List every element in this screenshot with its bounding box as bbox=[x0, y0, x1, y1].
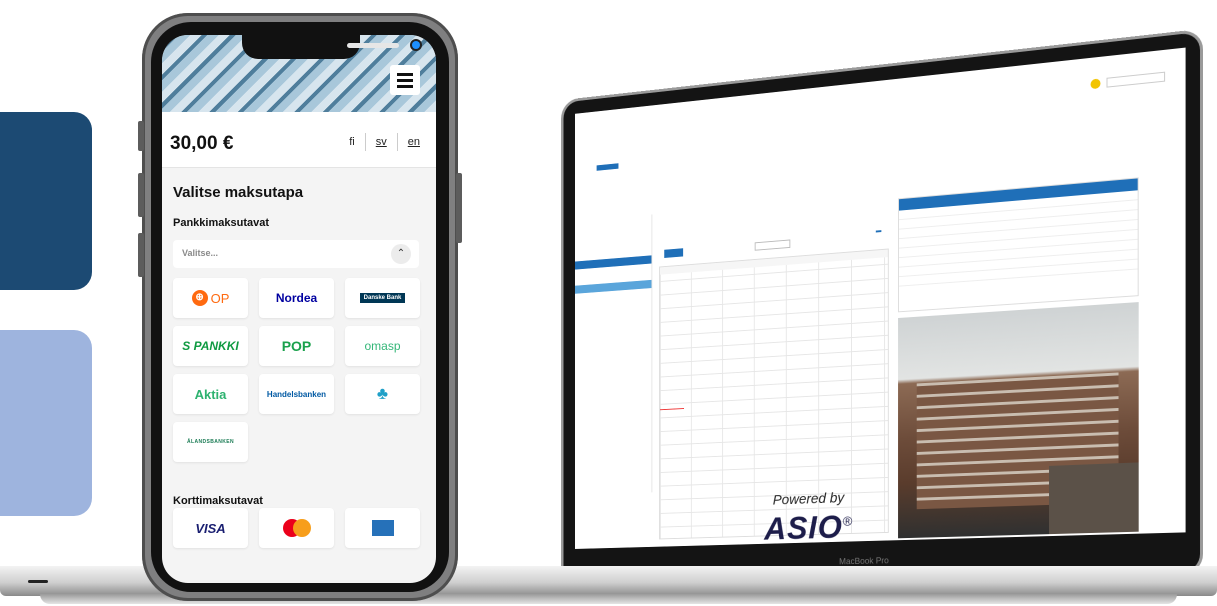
user-icon[interactable] bbox=[1090, 78, 1101, 90]
booking-logo bbox=[596, 163, 619, 171]
powered-by-asio: Powered by ASIO® bbox=[746, 489, 872, 547]
room-sidebar bbox=[575, 214, 653, 496]
card-tile-amex[interactable] bbox=[345, 508, 420, 548]
bank-tile-danske[interactable]: Danske Bank bbox=[345, 278, 420, 318]
card-tile-visa[interactable]: VISA bbox=[173, 508, 248, 548]
decor-block-dark bbox=[0, 112, 92, 290]
lecture-hall-photo bbox=[898, 302, 1139, 539]
week-range bbox=[754, 239, 791, 251]
op-logo: ⊕ bbox=[191, 290, 208, 306]
bank-section-label: Pankkimaksutavat bbox=[173, 217, 269, 229]
chevron-up-icon[interactable]: ⌃ bbox=[391, 244, 411, 264]
page-title: Valitse maksutapa bbox=[173, 184, 304, 201]
bank-tile-aktia[interactable]: Aktia bbox=[173, 374, 248, 414]
phone-volume-down bbox=[138, 233, 144, 277]
camera-dot bbox=[412, 41, 420, 49]
bank-select-placeholder: Valitse... bbox=[182, 248, 219, 258]
view-tab[interactable] bbox=[883, 230, 889, 232]
mastercard-logo bbox=[292, 519, 311, 537]
bank-tile-alandsbanken[interactable]: ÅLANDSBANKEN bbox=[173, 422, 248, 462]
lang-en[interactable]: en bbox=[398, 136, 430, 148]
photo-desk bbox=[1049, 462, 1139, 535]
phone-volume-up bbox=[138, 173, 144, 217]
booking-topbar bbox=[575, 47, 1186, 147]
price: 30,00 € bbox=[170, 133, 234, 154]
amex-logo bbox=[371, 520, 394, 536]
payment-screen: 30,00 € fi sv en Valitse maksutapa Pankk… bbox=[162, 35, 436, 583]
bank-tile-handelsbanken[interactable]: Handelsbanken bbox=[259, 374, 334, 414]
price-bar: 30,00 € fi sv en bbox=[162, 112, 436, 168]
lang-sv[interactable]: sv bbox=[366, 136, 397, 148]
view-tab-active[interactable] bbox=[875, 230, 882, 233]
phone-power-button bbox=[456, 173, 462, 243]
laptop-bezel: Powered by ASIO® MacBook Pro bbox=[563, 32, 1200, 586]
booking-nav bbox=[597, 174, 637, 178]
hamburger-icon[interactable] bbox=[390, 65, 420, 95]
laptop-notch bbox=[28, 580, 48, 583]
bank-tile-s-pankki[interactable]: S PANKKI bbox=[173, 326, 248, 366]
bank-tile-nordea[interactable]: Nordea bbox=[259, 278, 334, 318]
current-time-line bbox=[659, 408, 684, 411]
laptop: Powered by ASIO® MacBook Pro bbox=[470, 2, 1210, 586]
calendar-header bbox=[659, 249, 888, 275]
phone-side-button bbox=[138, 121, 144, 151]
today-button[interactable] bbox=[664, 248, 684, 258]
laptop-screen: Powered by ASIO® bbox=[575, 47, 1186, 549]
view-tab[interactable] bbox=[868, 231, 874, 233]
asio-logo: ASIO® bbox=[764, 508, 854, 547]
bank-tile-pop[interactable]: POP bbox=[259, 326, 334, 366]
language-switcher: fi sv en bbox=[339, 133, 430, 151]
bank-tile-omasp[interactable]: omasp bbox=[345, 326, 420, 366]
view-switcher bbox=[868, 230, 888, 234]
card-tile-mastercard[interactable] bbox=[259, 508, 334, 548]
speaker-grill bbox=[347, 43, 399, 48]
phone-notch bbox=[242, 35, 420, 59]
bank-tile-op[interactable]: ⊕ OP bbox=[173, 278, 248, 318]
phone: 30,00 € fi sv en Valitse maksutapa Pankk… bbox=[138, 13, 462, 601]
card-section-label: Korttimaksutavat bbox=[173, 495, 263, 507]
room-info-panel bbox=[898, 177, 1139, 313]
decor-block-light bbox=[0, 330, 92, 516]
bank-select[interactable]: Valitse... ⌃ bbox=[173, 240, 419, 268]
bank-tile-saastopankki[interactable]: ♣ bbox=[345, 374, 420, 414]
savings-bank-tree-icon: ♣ bbox=[376, 384, 389, 403]
lang-fi[interactable]: fi bbox=[339, 136, 365, 148]
